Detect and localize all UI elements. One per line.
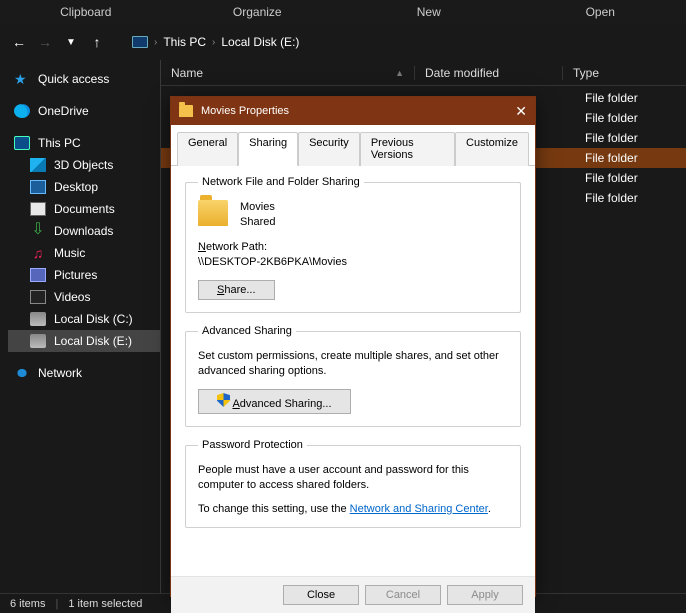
tab-previous-versions[interactable]: Previous Versions [360, 132, 455, 166]
sidebar-label: Local Disk (C:) [54, 311, 133, 327]
apply-button[interactable]: Apply [447, 585, 523, 605]
close-button[interactable]: Close [283, 585, 359, 605]
address-bar[interactable]: › This PC › Local Disk (E:) [132, 35, 299, 49]
back-button[interactable]: ← [8, 31, 30, 53]
column-header-name[interactable]: Name ▲ [161, 66, 415, 80]
dialog-titlebar[interactable]: Movies Properties ✕ [171, 97, 535, 125]
pc-icon [14, 136, 30, 150]
sidebar-label: Documents [54, 201, 115, 217]
status-selection-count: 1 item selected [68, 598, 142, 610]
sidebar-label: Local Disk (E:) [54, 333, 132, 349]
sidebar-label: Music [54, 245, 85, 261]
sidebar-label: Network [38, 365, 82, 381]
sidebar-label: 3D Objects [54, 157, 113, 173]
sidebar-network[interactable]: Network [8, 362, 160, 384]
dialog-button-row: Close Cancel Apply [171, 576, 535, 613]
column-header-date[interactable]: Date modified [415, 66, 563, 80]
group-password-protection: Password Protection People must have a u… [185, 439, 521, 528]
group-legend: Advanced Sharing [198, 325, 296, 337]
ribbon-group-open[interactable]: Open [515, 1, 686, 23]
sidebar-this-pc[interactable]: This PC [8, 132, 160, 154]
breadcrumb-root[interactable]: This PC [163, 35, 206, 49]
up-button[interactable]: ↑ [86, 31, 108, 53]
close-button[interactable]: ✕ [515, 103, 527, 120]
pc-icon [132, 36, 148, 48]
ribbon-group-new[interactable]: New [343, 1, 515, 23]
column-header-type[interactable]: Type [563, 66, 686, 80]
network-icon [14, 366, 30, 380]
disk-icon [30, 312, 46, 326]
cube-icon [30, 158, 46, 172]
sidebar-item-documents[interactable]: Documents [8, 198, 160, 220]
recent-locations-button[interactable]: ▼ [60, 31, 82, 53]
sidebar-label: Videos [54, 289, 90, 305]
forward-button[interactable]: → [34, 31, 56, 53]
group-legend: Network File and Folder Sharing [198, 176, 364, 188]
sidebar-label: Pictures [54, 267, 97, 283]
dialog-title: Movies Properties [201, 105, 289, 117]
folder-icon [198, 200, 228, 226]
network-path-value: \\DESKTOP-2KB6PKA\Movies [198, 255, 508, 270]
navbar: ← → ▼ ↑ › This PC › Local Disk (E:) [0, 24, 686, 60]
sidebar-label: Quick access [38, 71, 109, 87]
cancel-button[interactable]: Cancel [365, 585, 441, 605]
ribbon-group-organize[interactable]: Organize [172, 1, 344, 23]
breadcrumb-current[interactable]: Local Disk (E:) [221, 35, 299, 49]
desktop-icon [30, 180, 46, 194]
sidebar-label: Desktop [54, 179, 98, 195]
sidebar-onedrive[interactable]: OneDrive [8, 100, 160, 122]
chevron-right-icon: › [212, 37, 215, 48]
group-advanced-sharing: Advanced Sharing Set custom permissions,… [185, 325, 521, 427]
sidebar-quick-access[interactable]: ★ Quick access [8, 68, 160, 90]
folder-icon [179, 105, 193, 117]
music-icon: ♫ [30, 246, 46, 260]
sidebar-item-3d-objects[interactable]: 3D Objects [8, 154, 160, 176]
chevron-right-icon: › [154, 37, 157, 48]
properties-dialog: Movies Properties ✕ General Sharing Secu… [170, 96, 536, 597]
nav-tree: ★ Quick access OneDrive This PC 3D Objec… [0, 60, 160, 593]
advanced-sharing-button[interactable]: Advanced Sharing... [198, 389, 351, 414]
sidebar-item-music[interactable]: ♫ Music [8, 242, 160, 264]
sidebar-label: OneDrive [38, 103, 89, 119]
sidebar-item-desktop[interactable]: Desktop [8, 176, 160, 198]
group-legend: Password Protection [198, 439, 307, 451]
documents-icon [30, 202, 46, 216]
sidebar-item-disk-e[interactable]: Local Disk (E:) [8, 330, 160, 352]
share-button[interactable]: Share... [198, 280, 275, 300]
share-name: Movies [240, 200, 275, 215]
sidebar-item-videos[interactable]: Videos [8, 286, 160, 308]
tab-sharing[interactable]: Sharing [238, 132, 298, 166]
tab-strip: General Sharing Security Previous Versio… [171, 125, 535, 166]
network-path-label: Network Path: [198, 240, 508, 255]
column-headers: Name ▲ Date modified Type [161, 60, 686, 86]
star-icon: ★ [14, 72, 30, 86]
share-state: Shared [240, 215, 275, 230]
group-network-sharing: Network File and Folder Sharing Movies S… [185, 176, 521, 313]
network-sharing-center-link[interactable]: Network and Sharing Center [350, 503, 488, 515]
sidebar-item-downloads[interactable]: ⇩ Downloads [8, 220, 160, 242]
shield-icon [217, 393, 230, 407]
sidebar-label: This PC [38, 135, 81, 151]
cloud-icon [14, 104, 30, 118]
sidebar-item-disk-c[interactable]: Local Disk (C:) [8, 308, 160, 330]
advanced-desc: Set custom permissions, create multiple … [198, 349, 508, 379]
tab-security[interactable]: Security [298, 132, 360, 166]
sort-indicator-icon: ▲ [395, 68, 404, 78]
sidebar-label: Downloads [54, 223, 113, 239]
videos-icon [30, 290, 46, 304]
disk-icon [30, 334, 46, 348]
download-icon: ⇩ [30, 224, 46, 238]
ribbon-group-clipboard[interactable]: Clipboard [0, 1, 172, 23]
password-desc: People must have a user account and pass… [198, 463, 508, 493]
ribbon: Clipboard Organize New Open [0, 0, 686, 24]
sidebar-item-pictures[interactable]: Pictures [8, 264, 160, 286]
status-item-count: 6 items [10, 598, 45, 610]
dialog-body: Network File and Folder Sharing Movies S… [171, 166, 535, 576]
tab-customize[interactable]: Customize [455, 132, 529, 166]
tab-general[interactable]: General [177, 132, 238, 166]
pictures-icon [30, 268, 46, 282]
password-hint: To change this setting, use the Network … [198, 503, 508, 515]
